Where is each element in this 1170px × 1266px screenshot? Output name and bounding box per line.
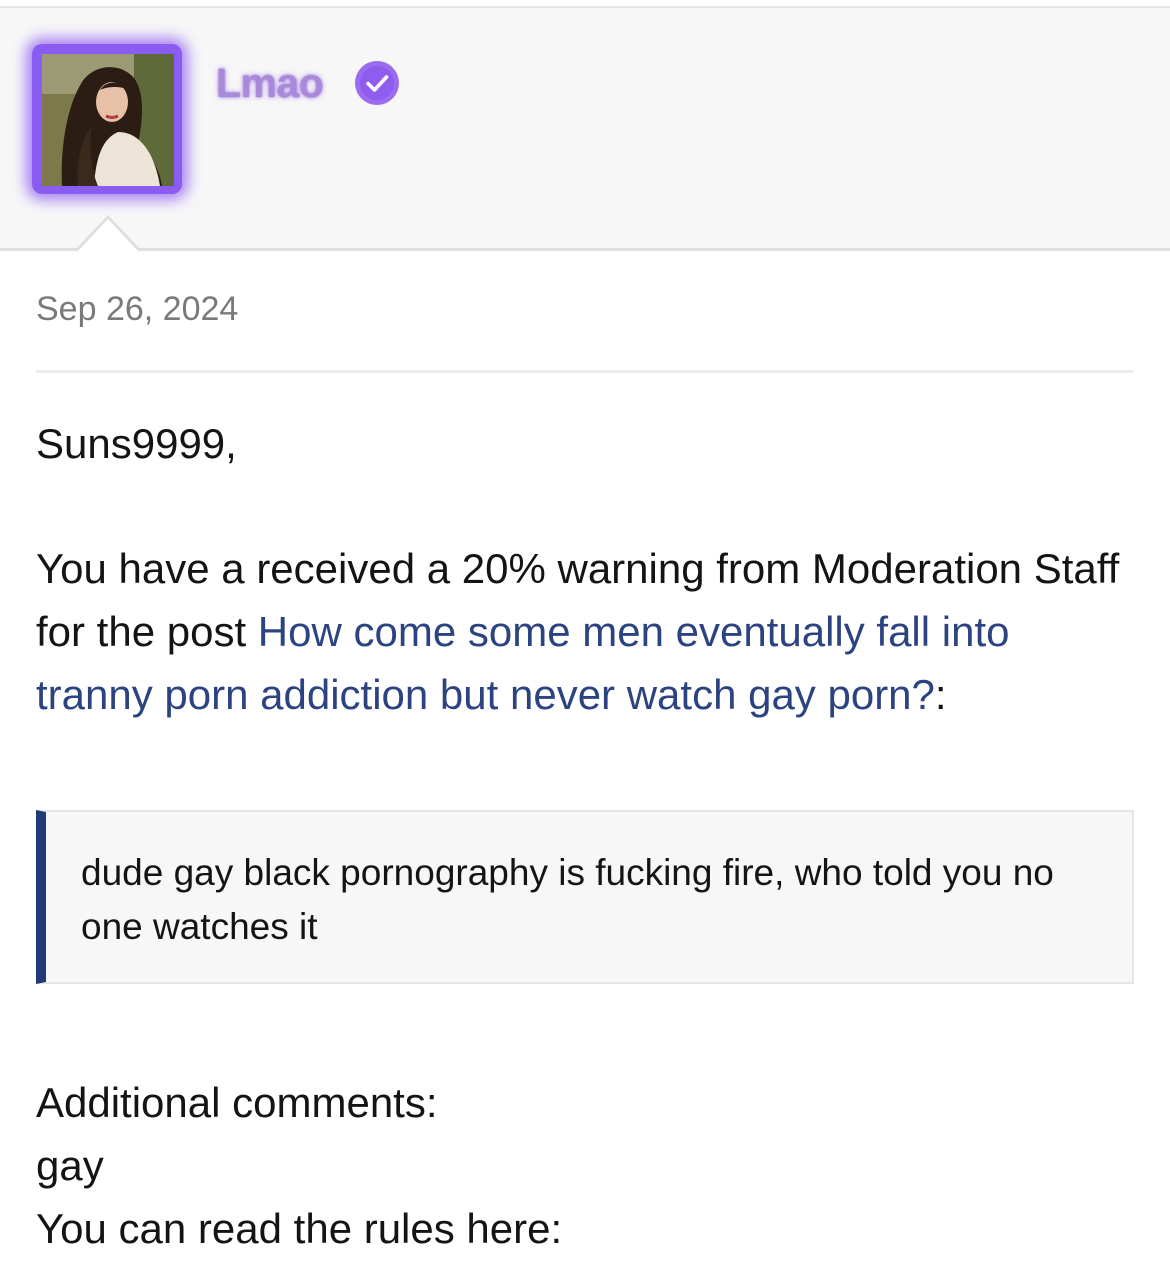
greeting: Suns9999, — [36, 420, 237, 467]
avatar-frame[interactable] — [32, 44, 182, 194]
rules-text: You can read the rules here: — [36, 1205, 563, 1252]
quote-text: dude gay black pornography is fucking fi… — [81, 852, 1054, 947]
header-pointer-fill — [77, 219, 139, 252]
warning-message-page: Lmao Sep 26, 2024 Suns9999, You have a r… — [0, 0, 1170, 1266]
warning-message: You have a received a 20% warning from M… — [36, 537, 1136, 726]
post-link-suffix: : — [934, 671, 947, 718]
avatar-image — [42, 54, 174, 186]
additional-comment-text: gay — [36, 1142, 104, 1189]
avatar[interactable] — [42, 54, 174, 186]
quoted-post: dude gay black pornography is fucking fi… — [36, 810, 1134, 984]
additional-comments-label: Additional comments: — [36, 1079, 438, 1126]
username[interactable]: Lmao — [216, 60, 324, 107]
verified-check-icon — [355, 61, 399, 105]
message-date: Sep 26, 2024 — [36, 290, 239, 328]
date-divider — [36, 370, 1134, 373]
profile-header: Lmao — [0, 8, 1170, 251]
additional-comments: Additional comments: gay You can read th… — [36, 1071, 562, 1260]
